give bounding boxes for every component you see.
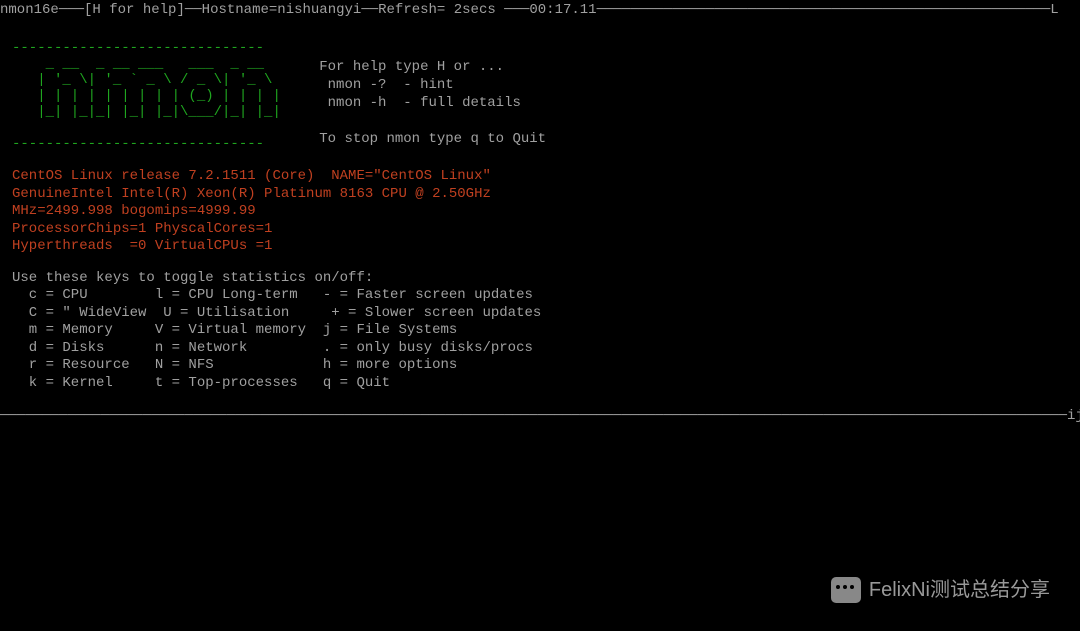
- refresh-value: 2secs: [445, 2, 495, 18]
- refresh-label: Refresh=: [378, 2, 445, 18]
- keys-header: Use these keys to toggle statistics on/o…: [12, 270, 373, 286]
- os-release: CentOS Linux release 7.2.1511 (Core) NAM…: [12, 168, 491, 184]
- cpu-model: GenuineIntel Intel(R) Xeon(R) Platinum 8…: [12, 186, 491, 202]
- keys-row-3: d = Disks n = Network . = only busy disk…: [12, 340, 533, 356]
- help-key-hint: [H for help]: [84, 2, 185, 18]
- terminal-header: nmon16e───[H for help]──Hostname=nishuan…: [0, 0, 1080, 22]
- terminal-content: ------------------------------ _ __ _ __…: [0, 40, 1080, 393]
- watermark: FelixNi测试总结分享: [831, 577, 1050, 603]
- uptime: 00:17.11: [529, 2, 596, 18]
- nmon-ascii-logo: ------------------------------ _ __ _ __…: [12, 40, 289, 153]
- nmon-version: nmon16e: [0, 2, 59, 18]
- cpu-mhz: MHz=2499.998 bogomips=4999.99: [12, 203, 256, 219]
- key-toggles: Use these keys to toggle statistics on/o…: [12, 270, 1068, 393]
- chat-bubble-icon: [831, 577, 861, 603]
- cpu-threads: Hyperthreads =0 VirtualCPUs =1: [12, 238, 272, 254]
- cpu-chips: ProcessorChips=1 PhyscalCores=1: [12, 221, 272, 237]
- separator-line: ────────────────────────────────────────…: [0, 408, 1080, 426]
- keys-row-0: c = CPU l = CPU Long-term - = Faster scr…: [12, 287, 533, 303]
- header-right-char: L: [1050, 2, 1058, 18]
- system-info: CentOS Linux release 7.2.1511 (Core) NAM…: [12, 168, 1068, 256]
- help-line-5: To stop nmon type q to Quit: [319, 131, 546, 147]
- hostname-label: Hostname=: [202, 2, 278, 18]
- help-line-1: For help type H or ...: [319, 59, 504, 75]
- keys-row-5: k = Kernel t = Top-processes q = Quit: [12, 375, 390, 391]
- hostname-value: nishuangyi: [277, 2, 361, 18]
- watermark-text: FelixNi测试总结分享: [869, 578, 1050, 603]
- keys-row-1: C = " WideView U = Utilisation + = Slowe…: [12, 305, 541, 321]
- footer-suffix: ij: [1067, 408, 1080, 424]
- help-instructions: For help type H or ... nmon -? - hint nm…: [319, 40, 546, 153]
- help-line-2: nmon -? - hint: [319, 77, 453, 93]
- banner-section: ------------------------------ _ __ _ __…: [12, 40, 1068, 153]
- keys-row-4: r = Resource N = NFS h = more options: [12, 357, 457, 373]
- keys-row-2: m = Memory V = Virtual memory j = File S…: [12, 322, 457, 338]
- help-line-3: nmon -h - full details: [319, 95, 521, 111]
